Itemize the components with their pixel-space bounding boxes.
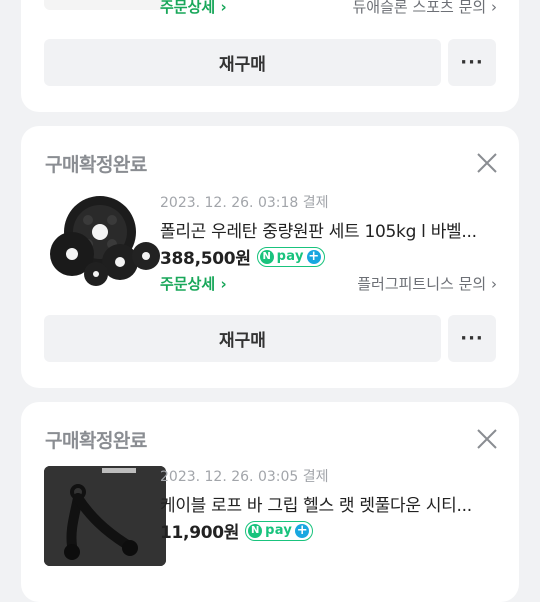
npay-plus-badge: N pay + (256, 246, 325, 267)
order-status: 구매확정완료 (45, 154, 147, 176)
product-thumbnail[interactable] (44, 466, 166, 566)
order-status: 구매확정완료 (45, 430, 147, 452)
close-icon[interactable] (475, 427, 499, 451)
order-card: 구매확정완료 2023. 12. 26. 03:18 결제 폴리곤 우레탄 중량… (21, 126, 519, 388)
chevron-right-icon: › (220, 275, 227, 293)
product-title[interactable]: 케이블 로프 바 그립 헬스 랫 렛풀다운 시티... (160, 491, 500, 516)
product-thumbnail[interactable] (44, 192, 166, 292)
order-card: 주문상세 › 듀애슬론 스포츠 문의 › 재구매 ··· (21, 0, 519, 112)
product-title[interactable]: 폴리곤 우레탄 중량원판 세트 105kg l 바벨... (160, 217, 500, 242)
rebuy-label: 재구매 (219, 331, 266, 351)
npay-label: pay (276, 249, 304, 264)
seller-inquiry-label: 듀애슬론 스포츠 문의 (352, 0, 487, 16)
order-detail-link[interactable]: 주문상세 › (160, 273, 227, 294)
more-icon: ··· (460, 328, 484, 349)
price-row: 388,500원 N pay + (160, 244, 325, 269)
order-detail-label: 주문상세 (160, 275, 216, 293)
order-card: 구매확정완료 2023. 12. 26. 03:05 결제 케이블 로프 바 그… (21, 402, 519, 602)
payment-date: 2023. 12. 26. 03:18 결제 (160, 195, 329, 211)
cable-rope-image (44, 466, 166, 566)
rebuy-button[interactable]: 재구매 (44, 39, 441, 86)
chevron-right-icon: › (491, 0, 497, 16)
chevron-right-icon: › (220, 0, 227, 16)
rebuy-button[interactable]: 재구매 (44, 315, 441, 362)
npay-plus-badge: N pay + (245, 520, 314, 541)
plus-icon: + (295, 523, 310, 538)
product-price: 11,900원 (160, 523, 240, 543)
product-thumbnail[interactable] (44, 0, 166, 10)
rebuy-label: 재구매 (219, 55, 266, 75)
product-price: 388,500원 (160, 249, 251, 269)
price-row: 11,900원 N pay + (160, 518, 314, 543)
order-detail-label: 주문상세 (160, 0, 216, 16)
more-options-button[interactable]: ··· (448, 39, 496, 86)
seller-inquiry-link[interactable]: 듀애슬론 스포츠 문의 › (352, 0, 497, 17)
seller-inquiry-label: 플러그피트니스 문의 (357, 275, 487, 293)
npay-label: pay (265, 523, 293, 538)
close-icon[interactable] (475, 151, 499, 175)
seller-inquiry-link[interactable]: 플러그피트니스 문의 › (357, 273, 497, 294)
naver-n-icon: N (259, 249, 274, 264)
payment-date: 2023. 12. 26. 03:05 결제 (160, 469, 329, 485)
naver-n-icon: N (248, 523, 263, 538)
chevron-right-icon: › (491, 275, 497, 293)
weight-plates-image (44, 192, 166, 292)
more-options-button[interactable]: ··· (448, 315, 496, 362)
order-detail-link[interactable]: 주문상세 › (160, 0, 227, 17)
more-icon: ··· (460, 52, 484, 73)
plus-icon: + (306, 249, 321, 264)
